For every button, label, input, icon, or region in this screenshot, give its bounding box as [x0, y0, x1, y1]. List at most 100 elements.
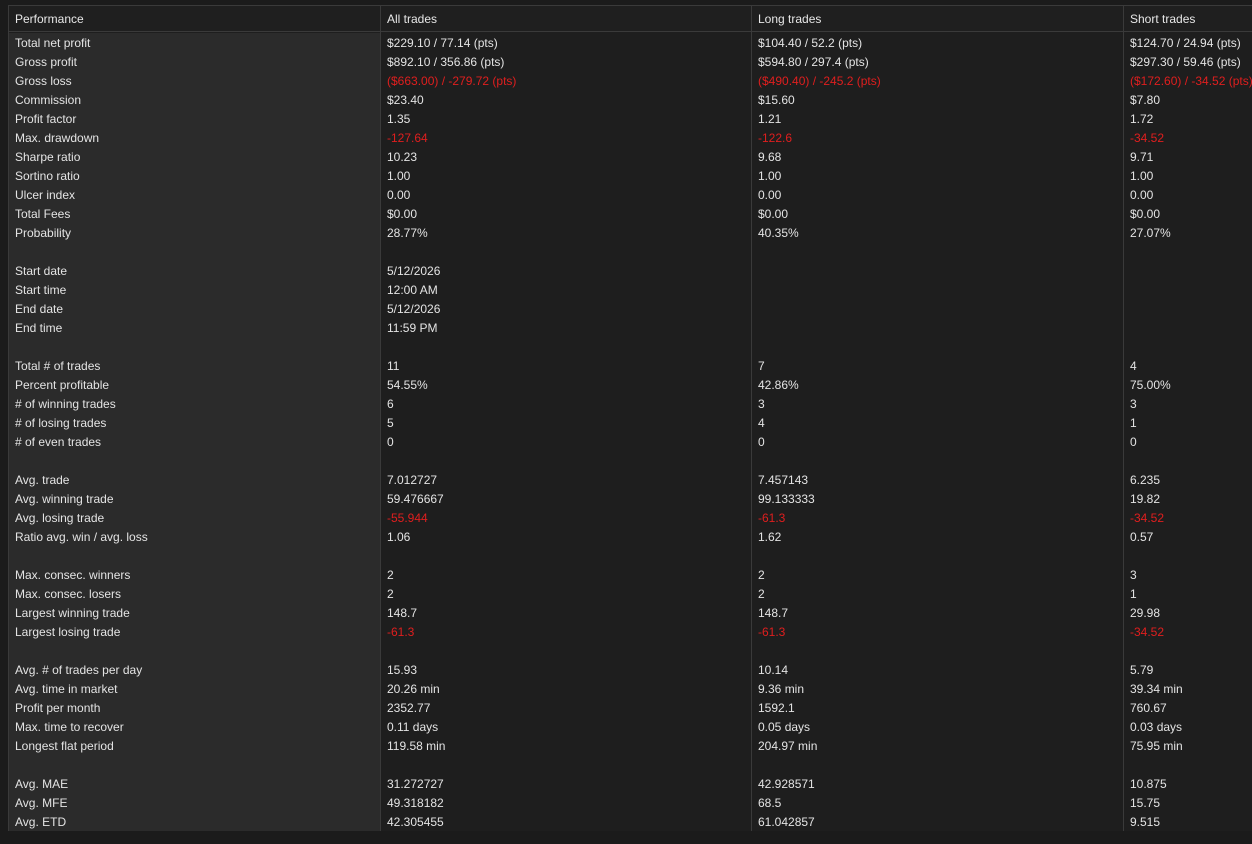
column-header-long-trades[interactable]: Long trades [752, 6, 1124, 32]
stat-row[interactable]: Start date 5/12/2026 [9, 262, 1252, 281]
stat-row[interactable]: Total Fees $0.00 $0.00 $0.00 [9, 205, 1252, 224]
stat-row[interactable]: Max. drawdown -127.64 -122.6 -34.52 [9, 129, 1252, 148]
stat-row[interactable]: Avg. time in market 20.26 min 9.36 min 39.3… [9, 680, 1252, 699]
row-label: Start time [15, 283, 67, 297]
value-short-trades: -34.52 [1130, 131, 1165, 145]
stat-row[interactable]: Avg. MFE 49.318182 68.5 15.75 [9, 794, 1252, 813]
value-short-trades: 0.00 [1130, 188, 1154, 202]
value-short-trades: 10.875 [1130, 777, 1167, 791]
value-long-trades: 1592.1 [758, 701, 795, 715]
stat-row[interactable]: Profit factor 1.35 1.21 1.72 [9, 110, 1252, 129]
stat-row[interactable]: Avg. trade 7.012727 7.457143 6.235 [9, 471, 1252, 490]
value-long-trades [752, 756, 1124, 775]
spacer-row[interactable] [9, 756, 1252, 775]
value-all-trades: 31.272727 [387, 777, 444, 791]
value-long-trades [752, 281, 1124, 300]
column-header-all-trades[interactable]: All trades [381, 6, 752, 32]
stat-row[interactable]: Max. time to recover 0.11 days 0.05 days 0.… [9, 718, 1252, 737]
value-all-trades [381, 547, 752, 566]
column-header-performance[interactable]: Performance [9, 6, 380, 32]
value-all-trades: 28.77% [387, 226, 428, 240]
value-long-trades [752, 547, 1124, 566]
value-long-trades: 40.35% [758, 226, 799, 240]
stat-row[interactable]: Sortino ratio 1.00 1.00 1.00 [9, 167, 1252, 186]
row-label: Largest losing trade [15, 625, 121, 639]
stat-row[interactable]: Longest flat period 119.58 min 204.97 min 7… [9, 737, 1252, 756]
value-short-trades: 0 [1130, 435, 1137, 449]
row-label: Probability [15, 226, 72, 240]
stat-row[interactable]: Commission $23.40 $15.60 $7.80 [9, 91, 1252, 110]
value-long-trades: 1.21 [758, 112, 782, 126]
stat-row[interactable]: Max. consec. losers 2 2 1 [9, 585, 1252, 604]
value-short-trades: 19.82 [1130, 492, 1161, 506]
value-long-trades: 10.14 [758, 663, 789, 677]
stat-row[interactable]: Avg. winning trade 59.476667 99.133333 19.8… [9, 490, 1252, 509]
value-all-trades: 11:59 PM [387, 321, 438, 335]
performance-grid: Performance All trades Long trades Short… [8, 5, 1252, 832]
value-all-trades: 119.58 min [387, 739, 446, 753]
stat-row[interactable]: Gross loss ($663.00) / -279.72 (pts) ($490… [9, 72, 1252, 91]
stat-row[interactable]: Largest winning trade 148.7 148.7 29.98 [9, 604, 1252, 623]
value-all-trades [381, 756, 752, 775]
row-label: Sharpe ratio [15, 150, 81, 164]
value-all-trades: $0.00 [387, 207, 418, 221]
stat-row[interactable]: Avg. MAE 31.272727 42.928571 10.875 [9, 775, 1252, 794]
row-label [9, 642, 380, 661]
stat-row[interactable]: # of even trades 0 0 0 [9, 433, 1252, 452]
value-long-trades: 3 [758, 397, 765, 411]
value-long-trades: 2 [758, 568, 765, 582]
value-short-trades: ($172.60) / -34.52 (pts) [1130, 74, 1252, 88]
value-all-trades [381, 338, 752, 357]
spacer-row[interactable] [9, 243, 1252, 262]
value-long-trades [752, 300, 1124, 319]
stat-row[interactable]: Total net profit $229.10 / 77.14 (pts) $10… [9, 34, 1252, 53]
spacer-row[interactable] [9, 452, 1252, 471]
spacer-row[interactable] [9, 547, 1252, 566]
value-long-trades: 42.86% [758, 378, 799, 392]
value-short-trades: 1 [1130, 416, 1137, 430]
value-long-trades [752, 243, 1124, 262]
value-long-trades: 9.68 [758, 150, 782, 164]
stat-row[interactable]: # of losing trades 5 4 1 [9, 414, 1252, 433]
stat-row[interactable]: Ratio avg. win / avg. loss 1.06 1.62 0.57 [9, 528, 1252, 547]
stat-row[interactable]: Ulcer index 0.00 0.00 0.00 [9, 186, 1252, 205]
row-label [9, 547, 380, 566]
spacer-row[interactable] [9, 642, 1252, 661]
stat-row[interactable]: # of winning trades 6 3 3 [9, 395, 1252, 414]
value-long-trades: 68.5 [758, 796, 782, 810]
value-long-trades: 1.00 [758, 169, 782, 183]
row-label: Largest winning trade [15, 606, 130, 620]
stat-row[interactable]: Largest losing trade -61.3 -61.3 -34.52 [9, 623, 1252, 642]
stat-row[interactable]: Gross profit $892.10 / 356.86 (pts) $594.8… [9, 53, 1252, 72]
value-long-trades [752, 319, 1124, 338]
spacer-row[interactable] [9, 338, 1252, 357]
stat-row[interactable]: Profit per month 2352.77 1592.1 760.67 [9, 699, 1252, 718]
value-all-trades [381, 452, 752, 471]
value-short-trades: 0.03 days [1130, 720, 1183, 734]
value-long-trades: 148.7 [758, 606, 789, 620]
stat-row[interactable]: Percent profitable 54.55% 42.86% 75.00% [9, 376, 1252, 395]
stat-row[interactable]: Avg. # of trades per day 15.93 10.14 5.79 [9, 661, 1252, 680]
value-short-trades: 1.00 [1130, 169, 1154, 183]
stat-row[interactable]: End date 5/12/2026 [9, 300, 1252, 319]
stat-row[interactable]: Total # of trades 11 7 4 [9, 357, 1252, 376]
value-short-trades: 5.79 [1130, 663, 1154, 677]
value-short-trades: $0.00 [1130, 207, 1161, 221]
stat-row[interactable]: End time 11:59 PM [9, 319, 1252, 338]
stat-row[interactable]: Sharpe ratio 10.23 9.68 9.71 [9, 148, 1252, 167]
row-label [9, 452, 380, 471]
value-all-trades: 1.00 [387, 169, 411, 183]
stat-row[interactable]: Max. consec. winners 2 2 3 [9, 566, 1252, 585]
value-long-trades: $0.00 [758, 207, 789, 221]
column-header-short-trades[interactable]: Short trades [1124, 6, 1252, 32]
row-label: Ratio avg. win / avg. loss [15, 530, 148, 544]
row-label: End date [15, 302, 64, 316]
stat-row[interactable]: Start time 12:00 AM [9, 281, 1252, 300]
value-short-trades: 6.235 [1130, 473, 1161, 487]
stat-row[interactable]: Probability 28.77% 40.35% 27.07% [9, 224, 1252, 243]
grid-header-row: Performance All trades Long trades Short… [9, 6, 1252, 32]
stat-row[interactable]: Avg. ETD 42.305455 61.042857 9.515 [9, 813, 1252, 832]
value-long-trades: 4 [758, 416, 765, 430]
stat-row[interactable]: Avg. losing trade -55.944 -61.3 -34.52 [9, 509, 1252, 528]
value-all-trades: 7.012727 [387, 473, 438, 487]
